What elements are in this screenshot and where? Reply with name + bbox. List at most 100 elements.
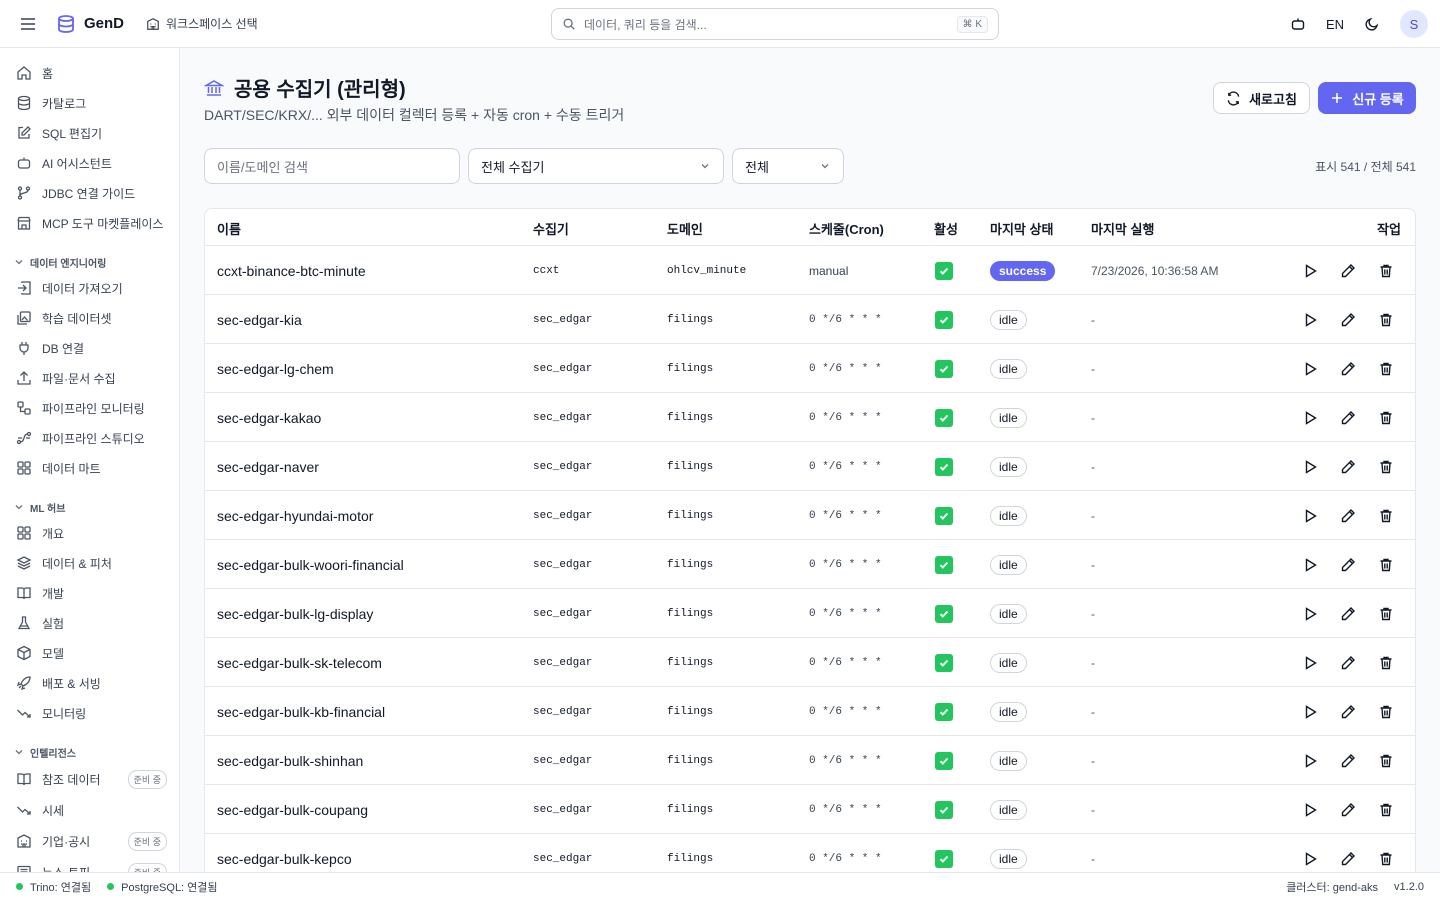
column-header[interactable]: 활성 <box>934 219 958 238</box>
sidebar-item-catalog[interactable]: 카탈로그 <box>16 90 167 116</box>
delete-button[interactable] <box>1378 540 1394 589</box>
sidebar-item-data-mart[interactable]: 데이터 마트 <box>16 455 167 481</box>
sidebar-item-quotes[interactable]: 시세 <box>16 797 167 823</box>
table-row[interactable]: ccxt-binance-btc-minute ccxt ohlcv_minute m… <box>205 246 1415 295</box>
menu-icon[interactable] <box>18 14 38 34</box>
run-button[interactable] <box>1302 834 1318 872</box>
delete-button[interactable] <box>1378 442 1394 491</box>
sidebar-item-training-dataset[interactable]: 학습 데이터셋 <box>16 305 167 331</box>
table-row[interactable]: sec-edgar-naver sec_edgar filings 0 */6 * *… <box>205 442 1415 491</box>
table-row[interactable]: sec-edgar-bulk-sk-telecom sec_edgar filing… <box>205 638 1415 687</box>
language-toggle[interactable]: EN <box>1326 17 1344 32</box>
collector-name[interactable]: sec-edgar-kia <box>217 295 302 344</box>
active-checkbox[interactable] <box>935 785 953 834</box>
edit-button[interactable] <box>1340 736 1356 785</box>
column-header[interactable]: 도메인 <box>667 219 703 238</box>
active-checkbox[interactable] <box>935 491 953 540</box>
run-button[interactable] <box>1302 442 1318 491</box>
status-select[interactable]: 전체 <box>732 148 844 184</box>
section-data-engineering[interactable]: 데이터 엔지니어링 <box>14 255 106 270</box>
column-header[interactable]: 이름 <box>217 219 241 238</box>
collector-name[interactable]: sec-edgar-bulk-lg-display <box>217 589 373 638</box>
collector-name[interactable]: sec-edgar-lg-chem <box>217 344 334 393</box>
sidebar-item-pipeline-monitoring[interactable]: 파이프라인 모니터링 <box>16 395 167 421</box>
sidebar-item-db-connection[interactable]: DB 연결 <box>16 335 167 361</box>
new-collector-button[interactable]: 신규 등록 <box>1318 82 1416 114</box>
collector-name[interactable]: sec-edgar-bulk-kepco <box>217 834 352 872</box>
run-button[interactable] <box>1302 638 1318 687</box>
sidebar-item-company-disclosure[interactable]: 기업·공시 준비 중 <box>16 828 167 854</box>
collector-name[interactable]: sec-edgar-kakao <box>217 393 321 442</box>
run-button[interactable] <box>1302 785 1318 834</box>
edit-button[interactable] <box>1340 393 1356 442</box>
table-row[interactable]: sec-edgar-hyundai-motor sec_edgar filings 0… <box>205 491 1415 540</box>
column-header[interactable]: 마지막 실행 <box>1091 219 1154 238</box>
table-row[interactable]: sec-edgar-lg-chem sec_edgar filings 0 */6 *… <box>205 344 1415 393</box>
sidebar-item-model[interactable]: 모델 <box>16 640 167 666</box>
run-button[interactable] <box>1302 491 1318 540</box>
delete-button[interactable] <box>1378 687 1394 736</box>
run-button[interactable] <box>1302 295 1318 344</box>
active-checkbox[interactable] <box>935 442 953 491</box>
refresh-button[interactable]: 새로고침 <box>1213 82 1310 114</box>
active-checkbox[interactable] <box>935 393 953 442</box>
delete-button[interactable] <box>1378 834 1394 872</box>
run-button[interactable] <box>1302 687 1318 736</box>
delete-button[interactable] <box>1378 295 1394 344</box>
sidebar-item-data-features[interactable]: 데이터 & 피처 <box>16 550 167 576</box>
active-checkbox[interactable] <box>935 246 953 295</box>
active-checkbox[interactable] <box>935 834 953 872</box>
edit-button[interactable] <box>1340 442 1356 491</box>
collector-select[interactable]: 전체 수집기 <box>468 148 724 184</box>
sidebar-item-sql-editor[interactable]: SQL 편집기 <box>16 120 167 146</box>
edit-button[interactable] <box>1340 491 1356 540</box>
active-checkbox[interactable] <box>935 638 953 687</box>
table-row[interactable]: sec-edgar-bulk-kb-financial sec_edgar fili… <box>205 687 1415 736</box>
delete-button[interactable] <box>1378 589 1394 638</box>
app-logo[interactable]: GenD <box>56 14 124 34</box>
edit-button[interactable] <box>1340 295 1356 344</box>
sidebar-item-file-ingest[interactable]: 파일·문서 수집 <box>16 365 167 391</box>
collector-name[interactable]: sec-edgar-bulk-kb-financial <box>217 687 385 736</box>
collector-name[interactable]: ccxt-binance-btc-minute <box>217 246 366 295</box>
active-checkbox[interactable] <box>935 295 953 344</box>
sidebar-item-monitoring[interactable]: 모니터링 <box>16 700 167 726</box>
table-row[interactable]: sec-edgar-bulk-shinhan sec_edgar filings 0 … <box>205 736 1415 785</box>
sidebar-item-reference-data[interactable]: 참조 데이터 준비 중 <box>16 766 167 792</box>
sidebar-item-overview[interactable]: 개요 <box>16 520 167 546</box>
run-button[interactable] <box>1302 344 1318 393</box>
workspace-selector[interactable]: 워크스페이스 선택 <box>146 15 258 32</box>
collector-name[interactable]: sec-edgar-bulk-sk-telecom <box>217 638 382 687</box>
sidebar-item-data-import[interactable]: 데이터 가져오기 <box>16 275 167 301</box>
column-header[interactable]: 스케줄(Cron) <box>809 219 884 238</box>
name-domain-search-input[interactable]: 이름/도메인 검색 <box>204 148 460 184</box>
delete-button[interactable] <box>1378 246 1394 295</box>
sidebar-item-deploy-serving[interactable]: 배포 & 서빙 <box>16 670 167 696</box>
run-button[interactable] <box>1302 246 1318 295</box>
sidebar-item-pipeline-studio[interactable]: 파이프라인 스튜디오 <box>16 425 167 451</box>
collector-name[interactable]: sec-edgar-naver <box>217 442 319 491</box>
table-row[interactable]: sec-edgar-bulk-woori-financial sec_edgar f… <box>205 540 1415 589</box>
active-checkbox[interactable] <box>935 589 953 638</box>
run-button[interactable] <box>1302 540 1318 589</box>
sidebar-item-news-topics[interactable]: 뉴스·토픽 준비 중 <box>16 859 167 872</box>
delete-button[interactable] <box>1378 736 1394 785</box>
active-checkbox[interactable] <box>935 687 953 736</box>
global-search[interactable]: 데이터, 쿼리 등을 검색... ⌘ K <box>551 8 999 40</box>
table-row[interactable]: sec-edgar-bulk-coupang sec_edgar filings 0 … <box>205 785 1415 834</box>
sidebar-item-development[interactable]: 개발 <box>16 580 167 606</box>
delete-button[interactable] <box>1378 344 1394 393</box>
edit-button[interactable] <box>1340 589 1356 638</box>
active-checkbox[interactable] <box>935 540 953 589</box>
edit-button[interactable] <box>1340 638 1356 687</box>
collector-name[interactable]: sec-edgar-bulk-coupang <box>217 785 368 834</box>
collector-name[interactable]: sec-edgar-bulk-woori-financial <box>217 540 404 589</box>
table-row[interactable]: sec-edgar-bulk-lg-display sec_edgar filing… <box>205 589 1415 638</box>
edit-button[interactable] <box>1340 344 1356 393</box>
run-button[interactable] <box>1302 736 1318 785</box>
edit-button[interactable] <box>1340 687 1356 736</box>
column-header[interactable]: 마지막 상태 <box>990 219 1053 238</box>
sidebar-item-home[interactable]: 홈 <box>16 60 167 86</box>
run-button[interactable] <box>1302 589 1318 638</box>
table-row[interactable]: sec-edgar-kia sec_edgar filings 0 */6 * * *… <box>205 295 1415 344</box>
